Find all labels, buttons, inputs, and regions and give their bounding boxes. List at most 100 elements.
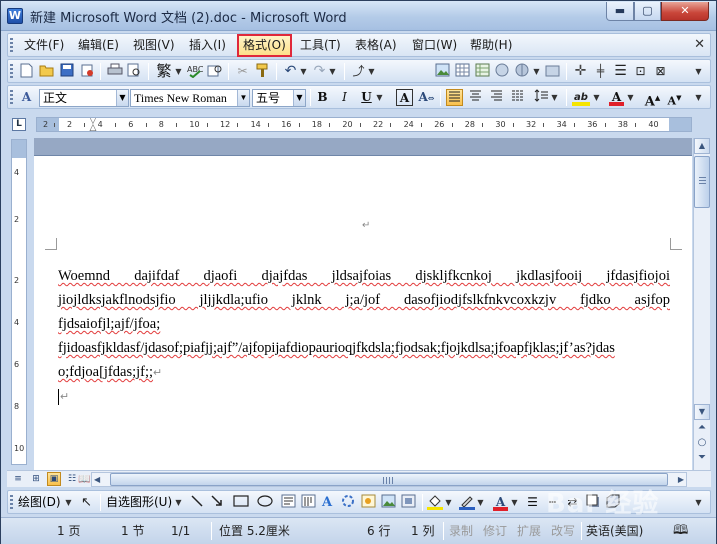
- line-color-button[interactable]: [458, 494, 475, 511]
- save-icon[interactable]: [58, 63, 75, 80]
- italic-button[interactable]: I: [336, 89, 353, 106]
- chevron-down-icon[interactable]: ▼: [174, 63, 183, 80]
- toolbar-grip-handle[interactable]: [10, 90, 13, 105]
- status-record-toggle[interactable]: 录制: [449, 522, 473, 540]
- menu-format[interactable]: 格式(O): [237, 34, 292, 57]
- underline-button[interactable]: U: [358, 89, 375, 106]
- cut-icon[interactable]: ✂: [234, 63, 251, 80]
- vertical-scroll-thumb[interactable]: [694, 156, 710, 208]
- status-language[interactable]: 英语(美国): [586, 522, 643, 540]
- hyperlink-icon[interactable]: ⤴: [350, 63, 367, 80]
- chevron-down-icon[interactable]: ▼: [532, 63, 541, 80]
- chevron-down-icon[interactable]: ▼: [367, 63, 376, 80]
- insert-picture-icon[interactable]: [380, 494, 397, 511]
- permission-icon[interactable]: [78, 63, 95, 80]
- close-button[interactable]: ✕: [661, 2, 709, 21]
- reading-layout-view-button[interactable]: 📖: [77, 472, 91, 486]
- chevron-down-icon[interactable]: ▼: [592, 89, 601, 106]
- chevron-down-icon[interactable]: ▼: [476, 494, 485, 511]
- chevron-down-icon[interactable]: ▼: [174, 494, 183, 511]
- previous-page-button[interactable]: ⏶: [694, 421, 710, 437]
- columns-icon[interactable]: [514, 63, 531, 80]
- chevron-down-icon[interactable]: ▼: [444, 494, 453, 511]
- traditional-chinese-icon[interactable]: 繁: [154, 63, 174, 80]
- print-icon[interactable]: [106, 63, 123, 80]
- character-border-button[interactable]: A: [396, 89, 413, 106]
- styles-pane-icon[interactable]: A: [18, 89, 35, 106]
- draw-font-color-button[interactable]: A: [492, 494, 509, 511]
- document-page[interactable]: ↵ Woemnd dajifdaf djaofi djajfdas jldsaj…: [34, 156, 692, 470]
- document-close-icon[interactable]: ✕: [694, 37, 705, 53]
- vertical-text-box-icon[interactable]: [300, 494, 317, 511]
- style-combo[interactable]: 正文 ▼: [39, 89, 129, 107]
- chevron-down-icon[interactable]: ▼: [64, 494, 73, 511]
- menu-tools[interactable]: 工具(T): [296, 37, 345, 54]
- select-browse-object-button[interactable]: ○: [694, 436, 710, 452]
- line-spacing-button[interactable]: [533, 89, 550, 106]
- rectangle-tool-icon[interactable]: [232, 494, 249, 511]
- align-center-button[interactable]: [467, 89, 484, 106]
- select-objects-icon[interactable]: ↖: [78, 494, 95, 511]
- font-combo[interactable]: Times New Roman ▼: [130, 89, 250, 107]
- status-track-changes-toggle[interactable]: 修订: [483, 522, 507, 540]
- format-painter-icon[interactable]: [254, 63, 271, 80]
- research-icon[interactable]: [206, 63, 223, 80]
- minimize-button[interactable]: ▬: [606, 2, 634, 21]
- chevron-down-icon[interactable]: ▼: [328, 63, 337, 80]
- tab-selector-button[interactable]: L: [12, 118, 26, 131]
- next-page-button[interactable]: ⏷: [694, 451, 710, 467]
- horizontal-ruler[interactable]: ▽ △ 2 2 4 6 8 10 12 14 16 18 20 22 24 26 28 30 32 34 36 38 40: [36, 117, 692, 132]
- menu-edit[interactable]: 编辑(E): [74, 37, 123, 54]
- toolbar-options-icon[interactable]: ▼: [694, 89, 703, 106]
- fill-color-button[interactable]: [426, 494, 443, 511]
- title-bar[interactable]: W 新建 Microsoft Word 文档 (2).doc - Microso…: [1, 1, 716, 31]
- chevron-down-icon[interactable]: ▼: [116, 90, 128, 106]
- toolbar-options-icon[interactable]: ▼: [694, 494, 703, 511]
- font-size-combo[interactable]: 五号 ▼: [252, 89, 306, 107]
- menu-table[interactable]: 表格(A): [351, 37, 401, 54]
- redo-icon[interactable]: ↷: [311, 63, 328, 80]
- line-style-icon[interactable]: ☰: [524, 494, 541, 511]
- scroll-left-icon[interactable]: ◀: [94, 473, 100, 486]
- align-icon[interactable]: ╪: [592, 63, 609, 80]
- highlight-button[interactable]: ab: [571, 89, 591, 106]
- grow-font-button[interactable]: A▲: [644, 89, 661, 109]
- document-body[interactable]: Woemnd dajifdaf djaofi djajfdas jldsajfo…: [58, 264, 670, 408]
- menu-insert[interactable]: 插入(I): [185, 37, 230, 54]
- normal-view-button[interactable]: ≡: [11, 472, 25, 486]
- maximize-button[interactable]: ▢: [634, 2, 661, 21]
- line-style-icon[interactable]: ☰: [612, 63, 629, 80]
- font-color-button[interactable]: A: [608, 89, 625, 106]
- scroll-down-button[interactable]: ▼: [694, 404, 710, 420]
- chevron-down-icon[interactable]: ▼: [237, 90, 249, 106]
- insert-picture-icon[interactable]: [434, 63, 451, 80]
- chevron-down-icon[interactable]: ▼: [293, 90, 305, 106]
- document-area[interactable]: ↵ Woemnd dajifdaf djaofi djajfdas jldsaj…: [34, 138, 692, 470]
- distributed-button[interactable]: [509, 89, 526, 106]
- chevron-down-icon[interactable]: ▼: [510, 494, 519, 511]
- character-scaling-button[interactable]: A⇔: [418, 89, 435, 106]
- text-box-icon[interactable]: [280, 494, 297, 511]
- shrink-font-button[interactable]: A▼: [666, 89, 683, 108]
- web-layout-view-button[interactable]: ⊞: [29, 472, 43, 486]
- indent-marker-handle[interactable]: ▽ △: [88, 118, 98, 131]
- wordart-icon[interactable]: A: [320, 494, 337, 511]
- word-app-icon[interactable]: W: [7, 8, 23, 24]
- bold-button[interactable]: B: [314, 89, 331, 106]
- chevron-down-icon[interactable]: ▼: [550, 89, 559, 106]
- toolbar-options-icon[interactable]: ▼: [694, 63, 703, 80]
- print-layout-view-button[interactable]: ▣: [47, 472, 61, 486]
- toolbar-grip-handle[interactable]: [10, 64, 13, 79]
- chart-icon[interactable]: [494, 63, 511, 80]
- tables-icon[interactable]: [454, 63, 471, 80]
- print-preview-icon[interactable]: [126, 63, 143, 80]
- draw-menu-button[interactable]: 绘图(D): [18, 494, 61, 511]
- menu-view[interactable]: 视图(V): [129, 37, 179, 54]
- autoshapes-menu-button[interactable]: 自选图形(U): [106, 494, 172, 511]
- drawing-icon[interactable]: [544, 63, 561, 80]
- excel-sheet-icon[interactable]: [474, 63, 491, 80]
- scroll-right-icon[interactable]: ▶: [678, 473, 684, 486]
- crop-icon[interactable]: ✛: [572, 63, 589, 80]
- chevron-down-icon[interactable]: ▼: [375, 89, 384, 106]
- status-extend-toggle[interactable]: 扩展: [517, 522, 541, 540]
